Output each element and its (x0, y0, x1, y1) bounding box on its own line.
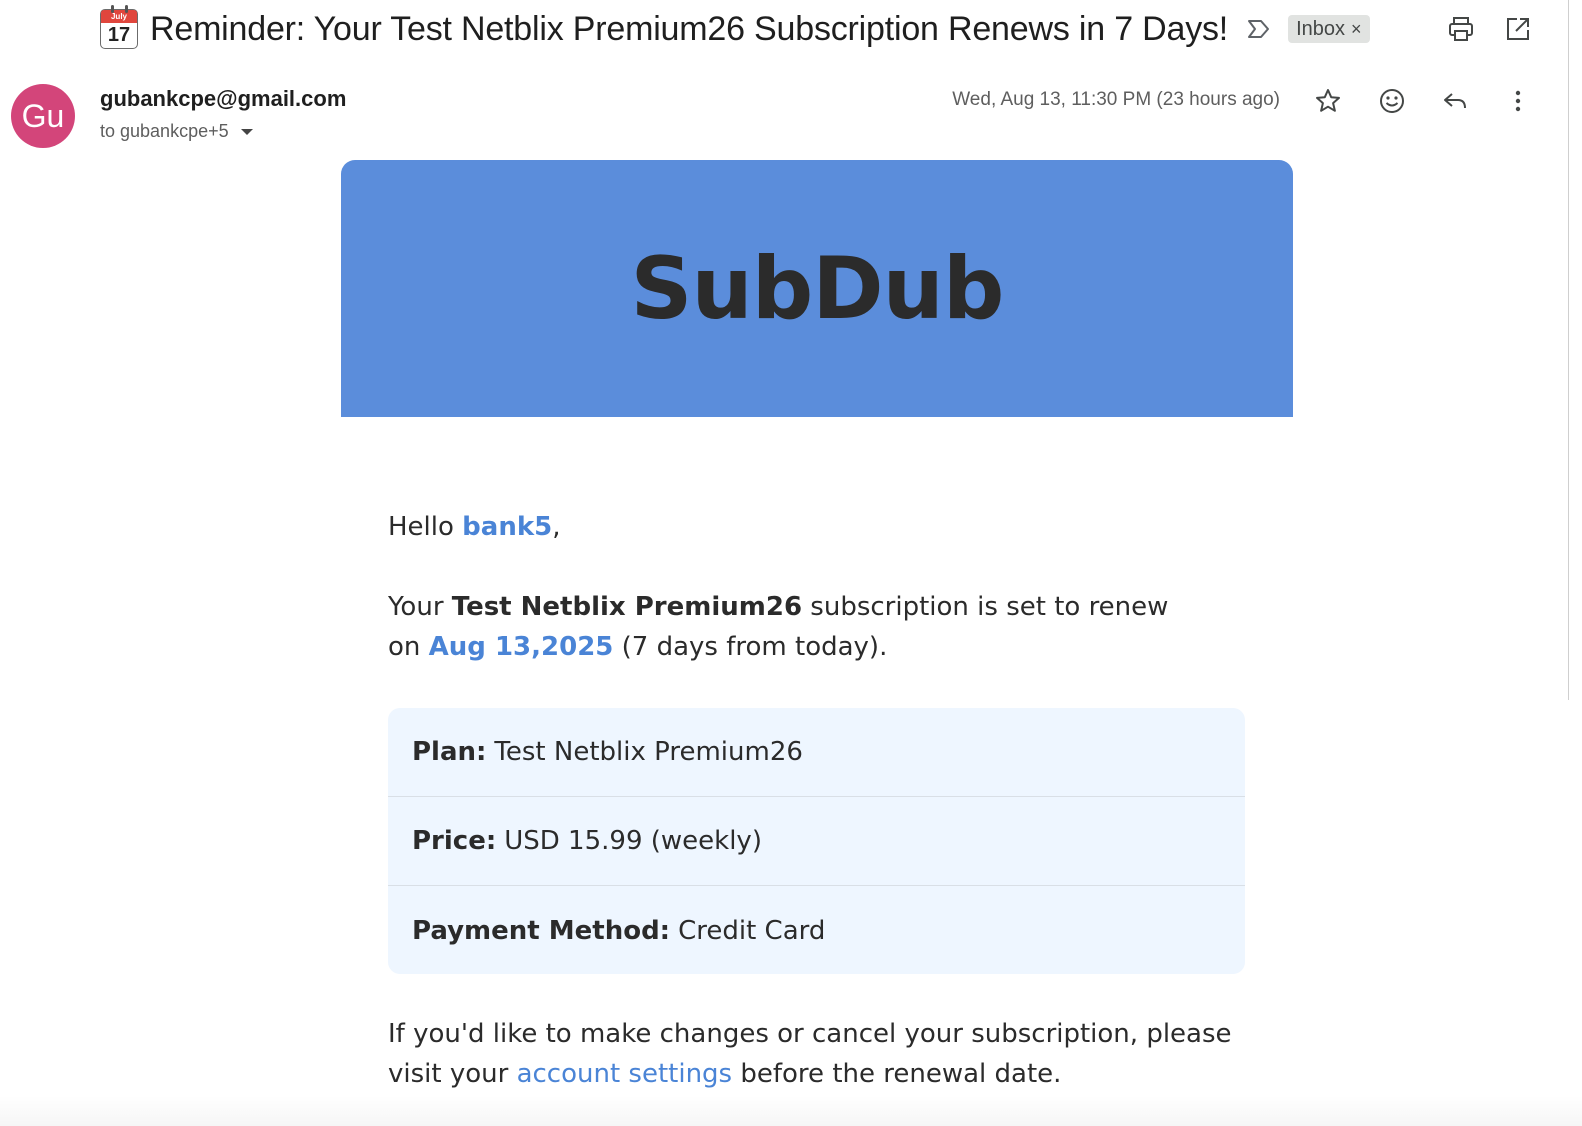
calendar-icon: July 17 (100, 5, 138, 49)
footer-text-2: before the renewal date. (732, 1059, 1062, 1089)
remove-label-icon[interactable]: × (1351, 19, 1362, 40)
greeting-suffix: , (552, 512, 561, 542)
account-settings-link[interactable]: account settings (517, 1059, 733, 1089)
print-icon[interactable] (1446, 14, 1476, 44)
renewal-text-3: (7 days from today). (613, 632, 888, 662)
subscription-details: Plan: Test Netblix Premium26 Price: USD … (388, 708, 1245, 974)
renewal-text-1: Your (388, 592, 452, 622)
inbox-label-text: Inbox (1296, 17, 1345, 40)
bottom-fade (0, 1096, 1582, 1126)
user-name: bank5 (462, 512, 553, 542)
calendar-day: 17 (107, 24, 131, 46)
greeting-prefix: Hello (388, 512, 463, 542)
detail-row-price: Price: USD 15.99 (weekly) (388, 797, 1245, 886)
open-in-new-window-icon[interactable] (1503, 14, 1533, 44)
renewal-notice: Your Test Netblix Premium26 subscription… (388, 587, 1208, 667)
detail-label: Payment Method: (412, 915, 671, 946)
detail-value: Credit Card (678, 915, 826, 946)
detail-row-plan: Plan: Test Netblix Premium26 (388, 708, 1245, 797)
detail-value: USD 15.99 (weekly) (504, 826, 762, 856)
renewal-date: Aug 13,2025 (428, 632, 614, 662)
recipients: to gubankcpe+5 (100, 121, 253, 142)
recipients-text: to gubankcpe+5 (100, 121, 229, 141)
detail-row-payment-method: Payment Method: Credit Card (388, 886, 1245, 974)
greeting: Hello bank5, (388, 507, 1208, 547)
brand-title: SubDub (630, 238, 1005, 339)
sender-email[interactable]: gubankcpe@gmail.com (100, 86, 346, 112)
more-vert-icon[interactable] (1501, 84, 1535, 118)
emoji-reaction-icon[interactable] (1375, 84, 1409, 118)
footer-note: If you'd like to make changes or cancel … (388, 1014, 1248, 1094)
subject-row: July 17 Reminder: Your Test Netblix Prem… (100, 5, 1370, 52)
avatar[interactable]: Gu (11, 84, 75, 148)
reply-icon[interactable] (1438, 84, 1472, 118)
pane-divider (1568, 0, 1569, 700)
detail-label: Price: (412, 826, 497, 856)
email-subject: Reminder: Your Test Netblix Premium26 Su… (150, 9, 1229, 48)
plan-name: Test Netblix Premium26 (451, 592, 803, 622)
detail-value: Test Netblix Premium26 (494, 737, 803, 767)
brand-banner: SubDub (341, 160, 1293, 417)
inbox-label-chip: Inbox × (1288, 15, 1370, 43)
star-icon[interactable] (1311, 84, 1345, 118)
show-details-icon[interactable] (240, 128, 253, 135)
importance-marker-icon[interactable] (1246, 16, 1272, 42)
timestamp: Wed, Aug 13, 11:30 PM (23 hours ago) (952, 89, 1280, 110)
detail-label: Plan: (412, 737, 487, 767)
email-view: July 17 Reminder: Your Test Netblix Prem… (0, 0, 1582, 1126)
